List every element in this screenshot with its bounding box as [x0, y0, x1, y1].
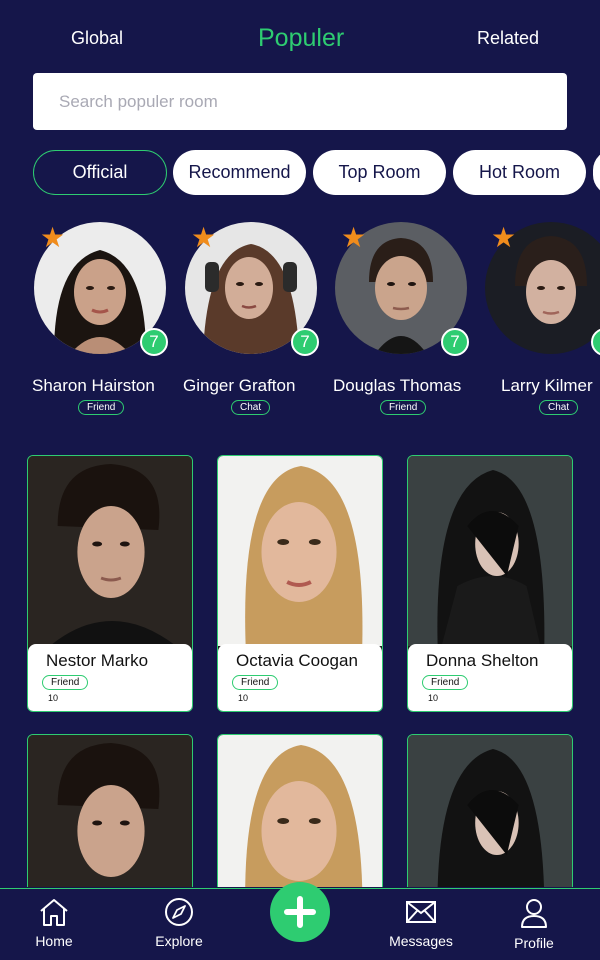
star-icon: ★	[491, 222, 517, 253]
room-photo	[218, 456, 382, 646]
tab-related[interactable]: Related	[477, 28, 539, 49]
room-tag: Friend	[422, 675, 469, 690]
count-badge: 7	[291, 328, 319, 356]
search-input[interactable]	[33, 73, 567, 130]
room-name: Donna Shelton	[426, 651, 539, 670]
user-tag: Friend	[78, 400, 125, 415]
room-card-info: Nestor Marko Friend 10	[28, 644, 192, 711]
user-tag: Chat	[539, 400, 579, 415]
nav-home[interactable]: Home	[14, 897, 94, 949]
filter-chips: Official Recommend Top Room Hot Room	[0, 150, 600, 196]
tab-global[interactable]: Global	[71, 28, 123, 49]
user-tag: Friend	[380, 400, 427, 415]
room-card[interactable]	[407, 734, 573, 887]
room-card[interactable]: Nestor Marko Friend 10	[27, 455, 193, 712]
filter-top-room[interactable]: Top Room	[313, 150, 446, 195]
filter-recommend[interactable]: Recommend	[173, 150, 306, 195]
nav-profile[interactable]: Profile	[494, 897, 574, 951]
room-photo	[408, 456, 572, 646]
room-count: 10	[48, 693, 59, 703]
count-badge: 7	[140, 328, 168, 356]
count-badge: 7	[441, 328, 469, 356]
room-card[interactable]	[27, 734, 193, 887]
star-icon: ★	[191, 222, 217, 253]
room-name: Nestor Marko	[46, 651, 149, 670]
avatar[interactable]: ★ 7	[185, 222, 319, 356]
room-count: 10	[238, 693, 249, 703]
mail-icon	[406, 901, 436, 923]
nav-messages[interactable]: Messages	[381, 897, 461, 949]
filter-more[interactable]	[593, 150, 600, 195]
avatar[interactable]: ★ 7	[485, 222, 600, 356]
user-story[interactable]: ★ 7 Ginger Grafton Chat	[183, 222, 325, 415]
tab-populer[interactable]: Populer	[258, 24, 344, 53]
room-name: Octavia Coogan	[236, 651, 358, 670]
nav-explore-label: Explore	[155, 933, 203, 949]
room-card-info: Donna Shelton Friend 10	[408, 644, 572, 711]
add-button[interactable]	[270, 882, 330, 942]
room-tag: Friend	[42, 675, 89, 690]
nav-home-label: Home	[35, 933, 73, 949]
star-icon: ★	[341, 222, 367, 253]
nav-profile-label: Profile	[514, 935, 554, 951]
nav-explore[interactable]: Explore	[139, 897, 219, 949]
user-name: Larry Kilmer	[501, 376, 593, 395]
star-icon: ★	[40, 222, 66, 253]
user-icon	[521, 899, 547, 928]
plus-icon	[284, 896, 316, 928]
user-name: Sharon Hairston	[32, 376, 155, 395]
room-card-info: Octavia Coogan Friend 10	[218, 644, 382, 711]
room-photo	[218, 735, 382, 887]
room-tag: Friend	[232, 675, 279, 690]
user-name: Douglas Thomas	[333, 376, 462, 395]
home-icon	[40, 899, 68, 926]
user-story[interactable]: ★ 7 Sharon Hairston Friend	[32, 222, 174, 415]
room-card[interactable]: Donna Shelton Friend 10	[407, 455, 573, 712]
avatar[interactable]: ★ 7	[34, 222, 168, 356]
user-tag: Chat	[231, 400, 271, 415]
user-story[interactable]: ★ 7 Larry Kilmer Chat	[485, 222, 600, 415]
compass-icon	[165, 898, 193, 926]
room-photo	[408, 735, 572, 887]
nav-messages-label: Messages	[389, 933, 453, 949]
top-tab-bar: Global Populer Related	[0, 0, 600, 76]
room-card[interactable]	[217, 734, 383, 887]
room-photo	[28, 456, 192, 646]
room-card[interactable]: Octavia Coogan Friend 10	[217, 455, 383, 712]
room-photo	[28, 735, 192, 887]
room-grid: Nestor Marko Friend 10 Octavia Coogan Fr…	[27, 455, 600, 887]
room-count: 10	[428, 693, 439, 703]
filter-official[interactable]: Official	[33, 150, 167, 195]
popular-users-row: ★ 7 Sharon Hairston Friend ★ 7 Ginger Gr…	[0, 222, 600, 422]
filter-hot-room[interactable]: Hot Room	[453, 150, 586, 195]
user-name: Ginger Grafton	[183, 376, 296, 395]
avatar[interactable]: ★ 7	[335, 222, 469, 356]
user-story[interactable]: ★ 7 Douglas Thomas Friend	[333, 222, 475, 415]
